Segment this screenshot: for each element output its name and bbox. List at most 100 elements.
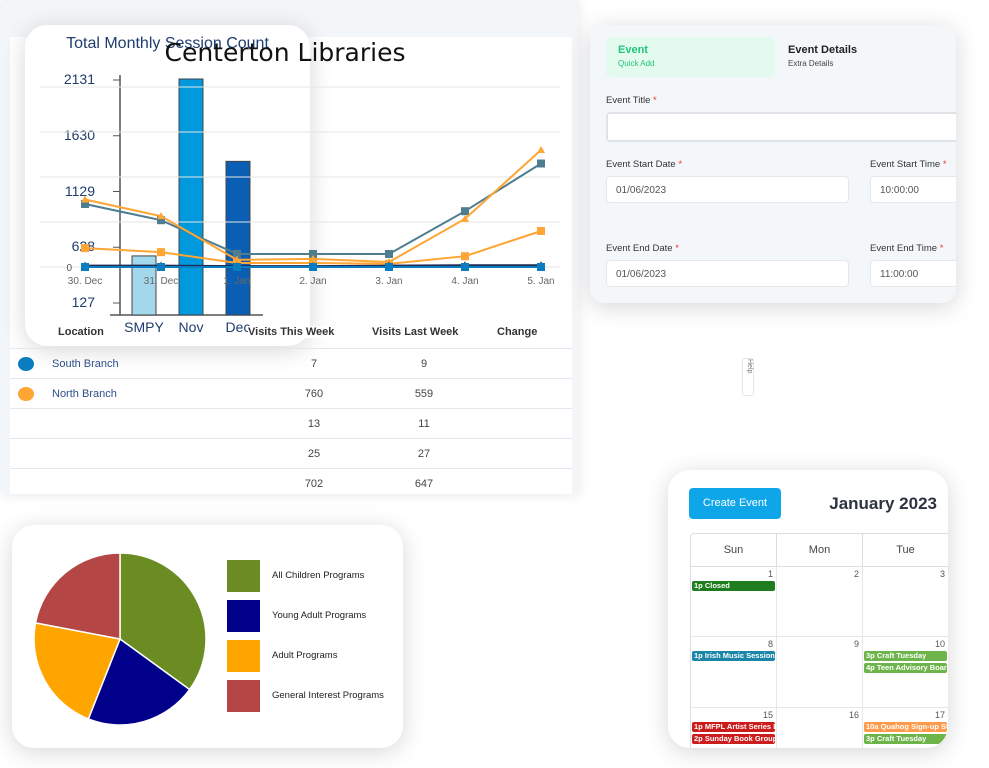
table-row: South Branch 7 9	[10, 348, 572, 378]
data-point	[461, 252, 469, 261]
day-number: 1	[767, 569, 773, 579]
table-row: 13 11	[10, 408, 572, 438]
data-point	[385, 249, 393, 258]
y-tick-label: 0	[66, 263, 72, 274]
calendar-event[interactable]: 1p Closed	[692, 581, 775, 591]
visits-line-chart: 0 30. Dec 31. Dec 1. Jan 2. Jan 3. Jan 4. Jan 5…	[40, 86, 560, 287]
calendar-day[interactable]: 15 1p MFPL Artist Series E 2p Sunday Book …	[691, 708, 777, 748]
x-tick-label: 3. Jan	[375, 276, 402, 287]
calendar-day[interactable]: 3	[863, 567, 948, 637]
legend-label: Young Adult Programs	[272, 610, 367, 621]
day-number: 9	[853, 639, 859, 649]
table-row: North Branch 760 559	[10, 378, 572, 408]
calendar-day[interactable]: 8 1p Irish Music Session	[691, 637, 777, 708]
legend-label: All Children Programs	[272, 570, 365, 581]
legend-label: General Interest Programs	[272, 690, 384, 701]
tab-event-details[interactable]: Event Details Extra Details	[776, 37, 946, 77]
tab-event-title: Event	[618, 44, 648, 56]
day-header-tue: Tue	[863, 534, 948, 567]
legend-swatch	[227, 560, 260, 592]
x-tick-label: SMPY	[124, 319, 164, 335]
x-tick-label: 1. Jan	[223, 276, 250, 287]
visits-last-week: 11	[418, 418, 430, 430]
data-point	[233, 263, 241, 271]
data-point	[81, 244, 89, 253]
visits-this-week: 7	[310, 358, 318, 370]
data-point	[157, 263, 165, 271]
data-point	[81, 263, 89, 271]
location-link[interactable]: North Branch	[52, 388, 117, 400]
visits-last-week: 647	[414, 478, 434, 490]
day-number: 17	[934, 710, 945, 720]
event-title-label: Event Title *	[606, 95, 657, 106]
calendar-event[interactable]: 3p Craft Tuesday	[864, 651, 947, 661]
help-tab[interactable]: Help	[742, 358, 754, 396]
day-number: 2	[853, 569, 859, 579]
location-link[interactable]: South Branch	[52, 358, 119, 370]
tab-details-subtitle: Extra Details	[788, 59, 834, 68]
end-date-label: Event End Date *	[606, 243, 679, 254]
data-point	[537, 227, 545, 235]
table-row: 702 647	[10, 468, 572, 498]
day-number: 3	[939, 569, 945, 579]
data-point	[385, 263, 393, 271]
visits-this-week: 760	[304, 388, 324, 400]
location-color-dot	[18, 387, 34, 401]
programs-pie-card: All Children Programs Young Adult Program…	[12, 525, 403, 748]
programs-pie-chart	[33, 552, 207, 726]
event-title-input[interactable]	[606, 112, 956, 142]
calendar-event[interactable]: 1p MFPL Artist Series E	[692, 722, 775, 732]
col-location: Location	[58, 326, 104, 338]
visits-last-week: 9	[420, 358, 428, 370]
day-header-sun: Sun	[691, 534, 777, 567]
event-form: Event Quick Add Event Details Extra Deta…	[590, 25, 956, 303]
x-tick-label: 4. Jan	[451, 276, 478, 287]
calendar-day[interactable]: 1 1p Closed	[691, 567, 777, 637]
visits-last-week: 559	[414, 388, 434, 400]
legend-swatch	[227, 640, 260, 672]
calendar-event[interactable]: 1p Irish Music Session	[692, 651, 775, 661]
create-event-button[interactable]: Create Event	[689, 488, 781, 519]
data-point	[537, 263, 545, 271]
data-point	[157, 248, 165, 257]
calendar-event[interactable]: 4p Teen Advisory Board	[864, 663, 947, 673]
data-point	[537, 159, 545, 168]
end-date-input[interactable]: 01/06/2023	[606, 260, 849, 287]
visits-this-week: 25	[307, 448, 321, 460]
x-tick-label: 31. Dec	[144, 276, 178, 287]
calendar-grid: Sun Mon Tue 1 1p Closed 2 3 8 1p Irish Music Ses…	[690, 533, 948, 748]
data-point	[309, 263, 317, 271]
col-visits-last-week: Visits Last Week	[372, 326, 459, 338]
calendar-event[interactable]: 2p Sunday Book Group	[692, 734, 775, 744]
start-time-input[interactable]: 10:00:00	[870, 176, 956, 203]
tab-event[interactable]: Event Quick Add	[606, 37, 775, 77]
calendar-event[interactable]: 10a Quahog Sign-up St	[864, 722, 947, 732]
x-tick-label: 5. Jan	[527, 276, 554, 287]
visits-this-week: 13	[307, 418, 321, 430]
data-point	[461, 207, 469, 216]
x-tick-label: 30. Dec	[68, 276, 102, 287]
legend-label: Adult Programs	[272, 650, 338, 661]
calendar-day[interactable]: 9	[777, 637, 863, 708]
visits-this-week: 702	[304, 478, 324, 490]
col-change: Change	[497, 326, 538, 338]
calendar-event[interactable]: 3p Craft Tuesday	[864, 734, 947, 744]
x-tick-label: 2. Jan	[299, 276, 326, 287]
location-color-dot	[18, 357, 34, 371]
calendar-day[interactable]: 10 3p Craft Tuesday 4p Teen Advisory Board	[863, 637, 948, 708]
start-date-label: Event Start Date *	[606, 159, 683, 170]
data-point	[537, 146, 545, 153]
start-date-input[interactable]: 01/06/2023	[606, 176, 849, 203]
day-number: 8	[767, 639, 773, 649]
start-time-label: Event Start Time *	[870, 159, 947, 170]
calendar-day[interactable]: 16	[777, 708, 863, 748]
day-number: 15	[762, 710, 773, 720]
day-number: 16	[848, 710, 859, 720]
data-point	[81, 195, 89, 203]
x-tick-label: Nov	[178, 319, 204, 335]
visits-last-week: 27	[417, 448, 431, 460]
calendar-day[interactable]: 2	[777, 567, 863, 637]
calendar-day[interactable]: 17 10a Quahog Sign-up St 3p Craft Tuesday	[863, 708, 948, 748]
col-visits-this-week: Visits This Week	[248, 326, 335, 338]
end-time-input[interactable]: 11:00:00	[870, 260, 956, 287]
